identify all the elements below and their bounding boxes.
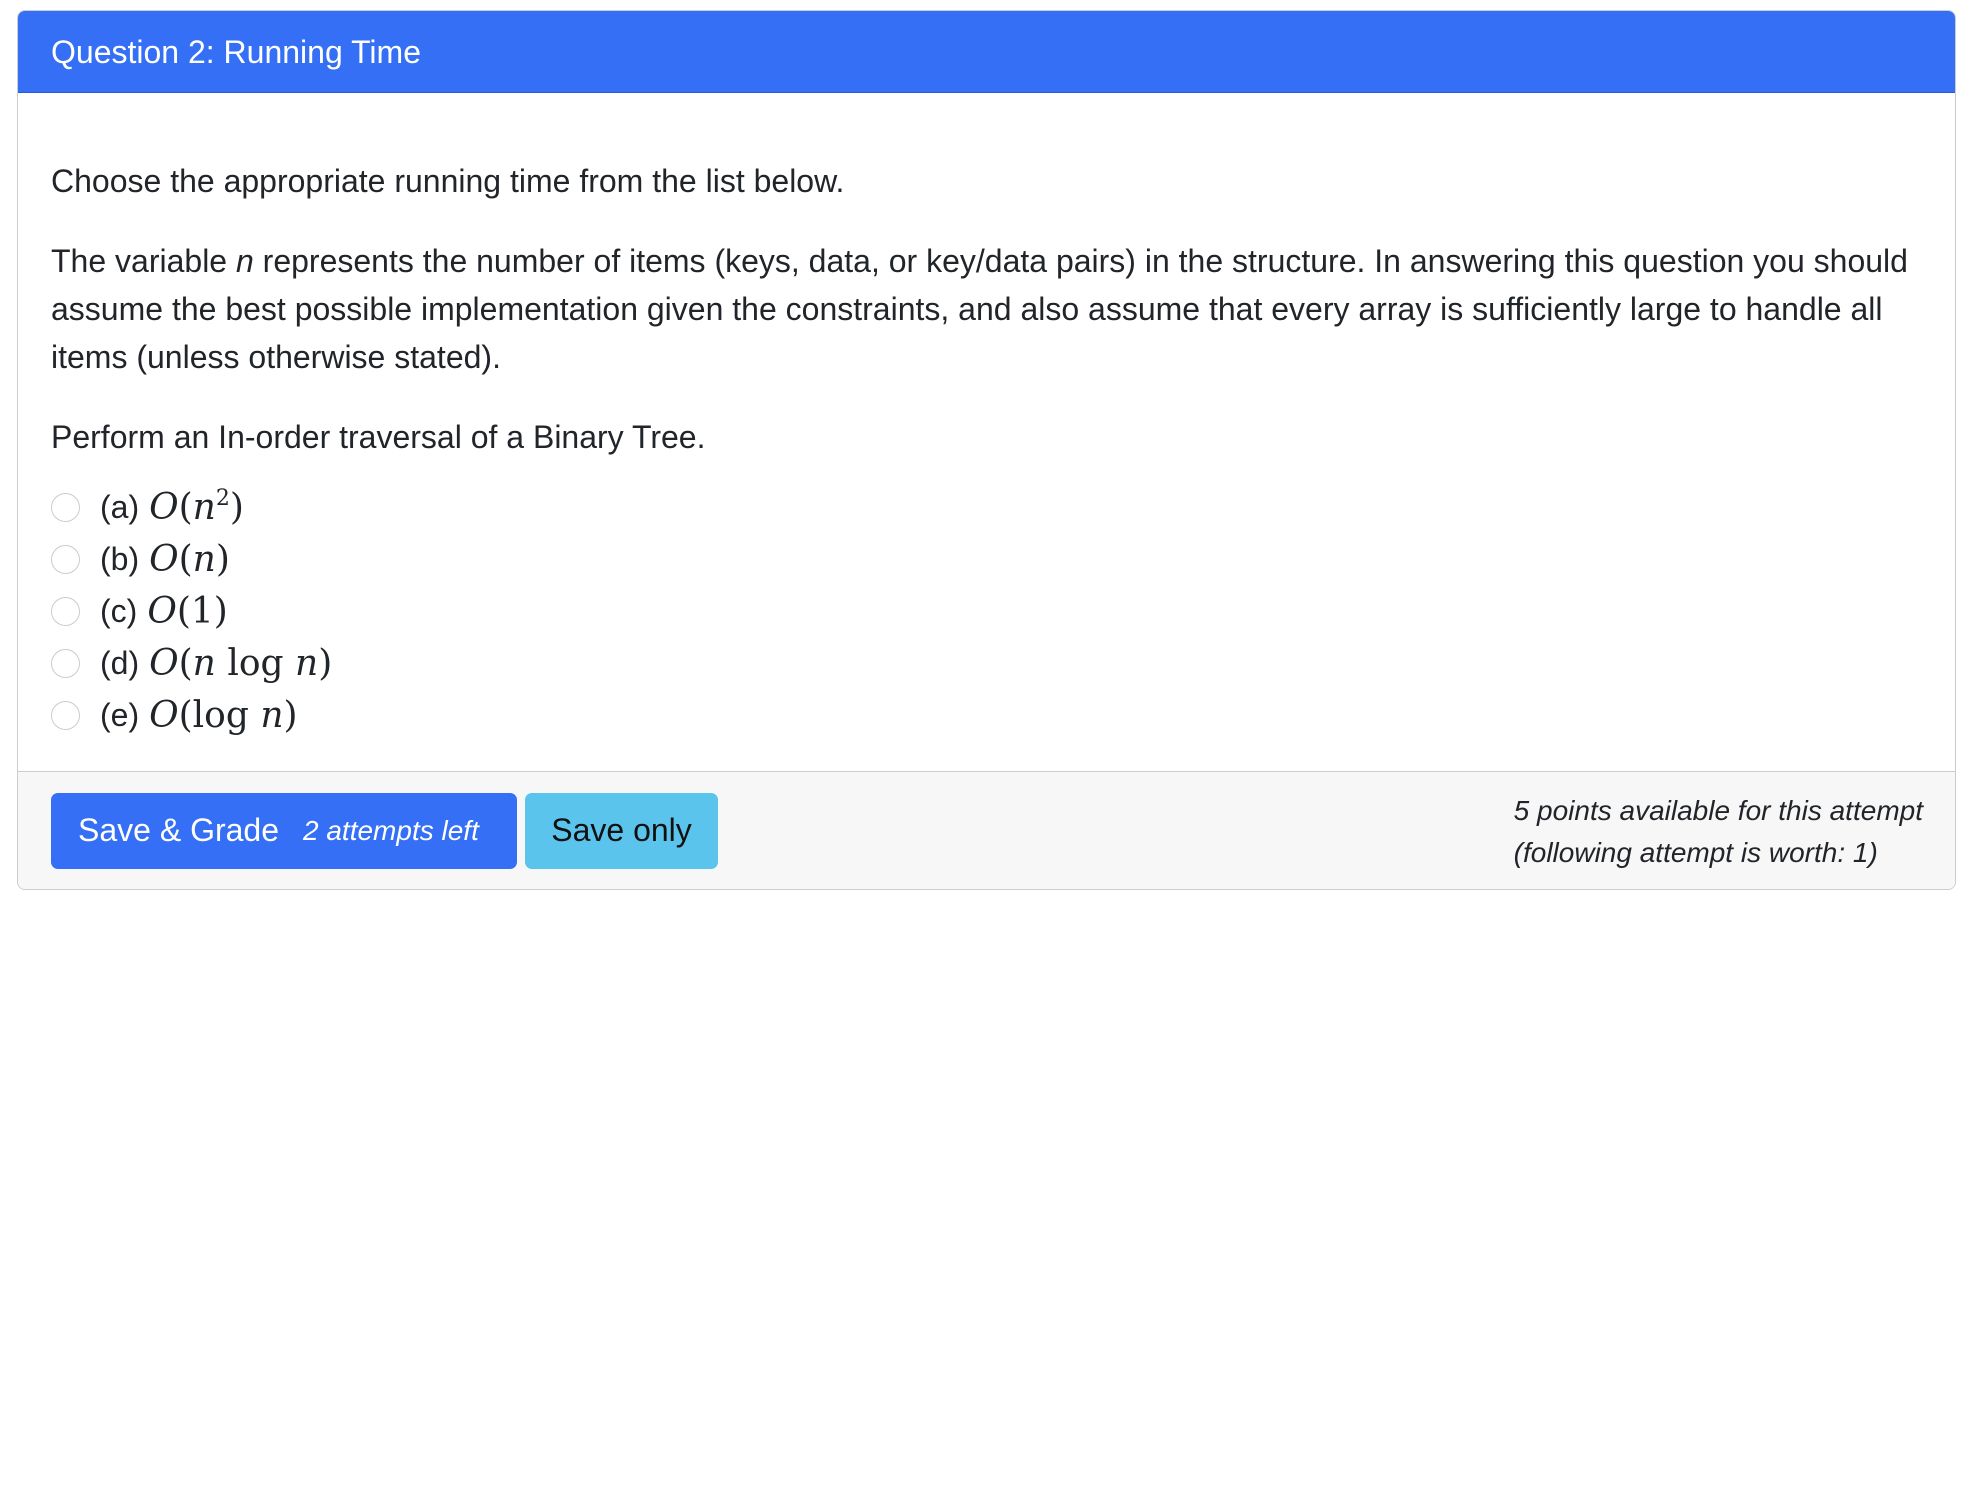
option-math-c: O(1) xyxy=(147,591,228,632)
option-math-d: O(n log n) xyxy=(149,643,332,684)
points-info: 5 points available for this attempt (fol… xyxy=(1514,790,1923,874)
question-card: Question 2: Running Time Choose the appr… xyxy=(17,10,1956,890)
big-o-a: O xyxy=(149,486,179,528)
option-math-a: O(n2) xyxy=(149,487,244,528)
close-paren-b: ) xyxy=(215,538,230,580)
description-end: represents the number of items (keys, da… xyxy=(51,243,1908,375)
arg-d: n xyxy=(192,642,216,684)
radio-button-e[interactable] xyxy=(51,700,80,730)
save-and-grade-button[interactable]: Save & Grade 2 attempts left xyxy=(51,792,517,869)
open-paren-a: ( xyxy=(178,486,193,528)
option-letter-d: (d) xyxy=(100,644,140,681)
close-paren-d: ) xyxy=(318,642,333,684)
arg-a: n xyxy=(192,486,216,528)
log-e: log xyxy=(192,694,249,736)
question-title: Question 2: Running Time xyxy=(51,33,421,70)
question-description: The variable n represents the number of … xyxy=(51,237,1922,381)
answer-options: (a) O(n2) (b) O(n) (c) O(1) (d) O(n log … xyxy=(51,481,1922,741)
save-only-button[interactable]: Save only xyxy=(525,792,718,869)
option-b[interactable]: (b) O(n) xyxy=(51,533,1922,585)
question-prompt: Perform an In-order traversal of a Binar… xyxy=(51,419,706,455)
option-letter-b: (b) xyxy=(100,540,140,577)
option-math-b: O(n) xyxy=(149,539,230,580)
big-o-e: O xyxy=(149,694,179,736)
log-d: log xyxy=(227,642,284,684)
question-footer: Save & Grade 2 attempts left Save only 5… xyxy=(18,771,1955,889)
radio-button-a[interactable] xyxy=(51,492,80,522)
log-arg-e: n xyxy=(260,694,284,736)
open-paren-e: ( xyxy=(178,694,193,736)
radio-button-d[interactable] xyxy=(51,648,80,678)
next-attempt-worth: (following attempt is worth: 1) xyxy=(1513,837,1878,868)
open-paren-b: ( xyxy=(178,538,193,580)
question-intro: Choose the appropriate running time from… xyxy=(51,163,845,199)
save-and-grade-label: Save & Grade xyxy=(78,812,279,848)
close-paren-e: ) xyxy=(283,694,298,736)
option-e[interactable]: (e) O(log n) xyxy=(51,689,1922,741)
description-start: The variable xyxy=(51,243,236,279)
big-o-c: O xyxy=(147,590,177,632)
question-header: Question 2: Running Time xyxy=(18,11,1955,93)
close-paren-a: ) xyxy=(229,486,244,528)
arg-b: n xyxy=(192,538,216,580)
big-o-b: O xyxy=(149,538,179,580)
close-paren-c: ) xyxy=(213,590,228,632)
option-letter-e: (e) xyxy=(100,696,140,733)
question-body: Choose the appropriate running time from… xyxy=(18,93,1955,771)
arg-c: 1 xyxy=(190,590,214,632)
option-letter-a: (a) xyxy=(100,488,140,525)
option-a[interactable]: (a) O(n2) xyxy=(51,481,1922,533)
option-letter-c: (c) xyxy=(100,592,138,629)
open-paren-d: ( xyxy=(178,642,193,684)
log-arg-d: n xyxy=(295,642,319,684)
open-paren-c: ( xyxy=(176,590,191,632)
exponent-a: 2 xyxy=(215,485,230,511)
variable-n: n xyxy=(235,243,254,279)
attempts-left-label: 2 attempts left xyxy=(303,814,479,846)
option-math-e: O(log n) xyxy=(149,695,297,736)
points-available: 5 points available for this attempt xyxy=(1513,795,1923,826)
radio-button-b[interactable] xyxy=(51,544,80,574)
option-c[interactable]: (c) O(1) xyxy=(51,585,1922,637)
option-d[interactable]: (d) O(n log n) xyxy=(51,637,1922,689)
radio-button-c[interactable] xyxy=(51,596,80,626)
big-o-d: O xyxy=(149,642,179,684)
